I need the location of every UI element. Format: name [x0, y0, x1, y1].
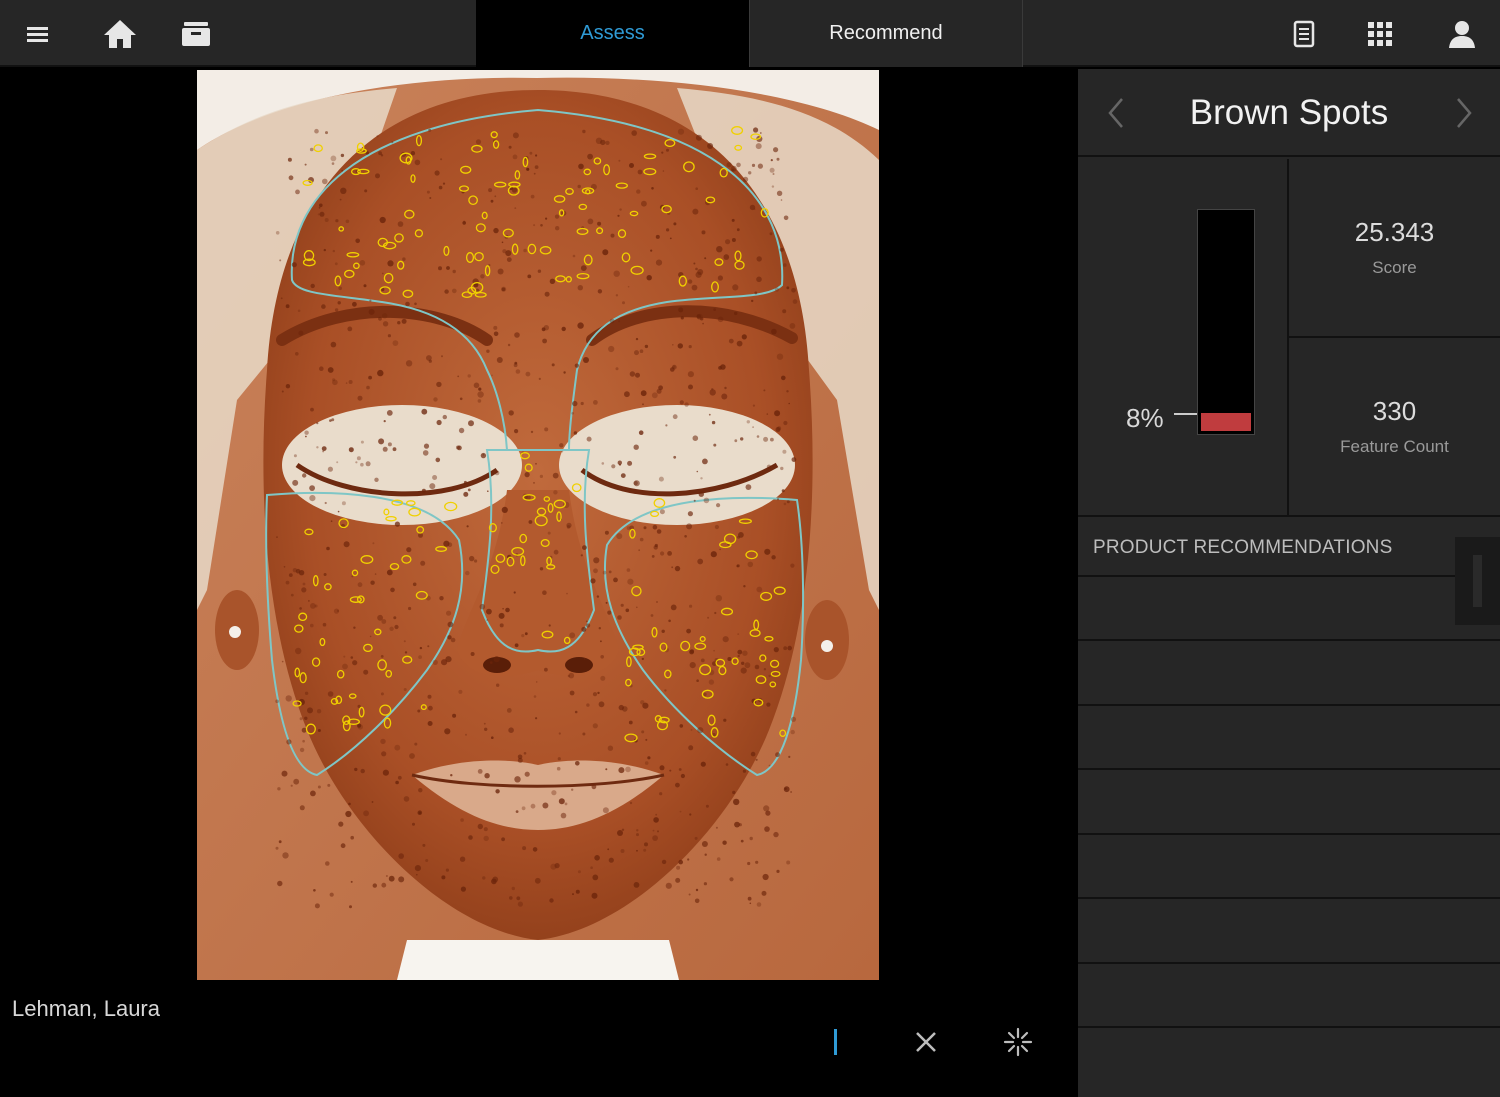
product-row[interactable]	[1078, 900, 1500, 964]
sparkle-icon[interactable]	[998, 1022, 1038, 1062]
top-toolbar: Assess Recommend	[0, 0, 1500, 67]
score-label: Score	[1372, 258, 1417, 277]
product-row[interactable]	[1078, 964, 1500, 1028]
feature-count-value: 330	[1372, 396, 1417, 426]
percentile-gauge: 8%	[1078, 159, 1289, 517]
product-row[interactable]	[1078, 642, 1500, 706]
feature-count-cell: 330 Feature Count	[1289, 338, 1500, 517]
score-value: 25.343	[1354, 217, 1435, 247]
tab-assess[interactable]: Assess	[476, 0, 749, 67]
home-icon[interactable]	[100, 14, 140, 54]
apps-grid-icon[interactable]	[1360, 14, 1400, 54]
face-analysis-image[interactable]	[197, 70, 879, 980]
line-cursor-icon[interactable]	[816, 1022, 856, 1062]
gauge-fill	[1201, 413, 1251, 431]
chevron-right-icon[interactable]	[1448, 95, 1478, 131]
product-row[interactable]	[1078, 577, 1500, 641]
tab-recommend[interactable]: Recommend	[749, 0, 1023, 67]
product-row[interactable]	[1078, 835, 1500, 899]
report-icon[interactable]	[1284, 14, 1324, 54]
user-icon[interactable]	[1442, 14, 1482, 54]
percentile-label: 8%	[1126, 403, 1164, 433]
gauge-bar	[1197, 209, 1255, 435]
metric-panel: Brown Spots 8% 25.343 Score 330 Feature …	[1078, 69, 1500, 1097]
product-row[interactable]	[1078, 771, 1500, 835]
score-cell: 25.343 Score	[1289, 159, 1500, 338]
menu-icon[interactable]	[18, 14, 58, 54]
percentile-marker	[1174, 413, 1198, 415]
product-recommendations-title: PRODUCT RECOMMENDATIONS	[1093, 537, 1393, 558]
metric-title: Brown Spots	[1189, 93, 1389, 132]
product-recommendations-header: PRODUCT RECOMMENDATIONS	[1078, 517, 1455, 577]
cabinet-icon[interactable]	[176, 14, 216, 54]
close-icon[interactable]	[906, 1022, 946, 1062]
patient-name: Lehman, Laura	[12, 996, 160, 1021]
feature-count-label: Feature Count	[1340, 437, 1449, 456]
metric-header: Brown Spots	[1078, 69, 1500, 157]
product-row[interactable]	[1078, 706, 1500, 770]
chevron-left-icon[interactable]	[1102, 95, 1132, 131]
